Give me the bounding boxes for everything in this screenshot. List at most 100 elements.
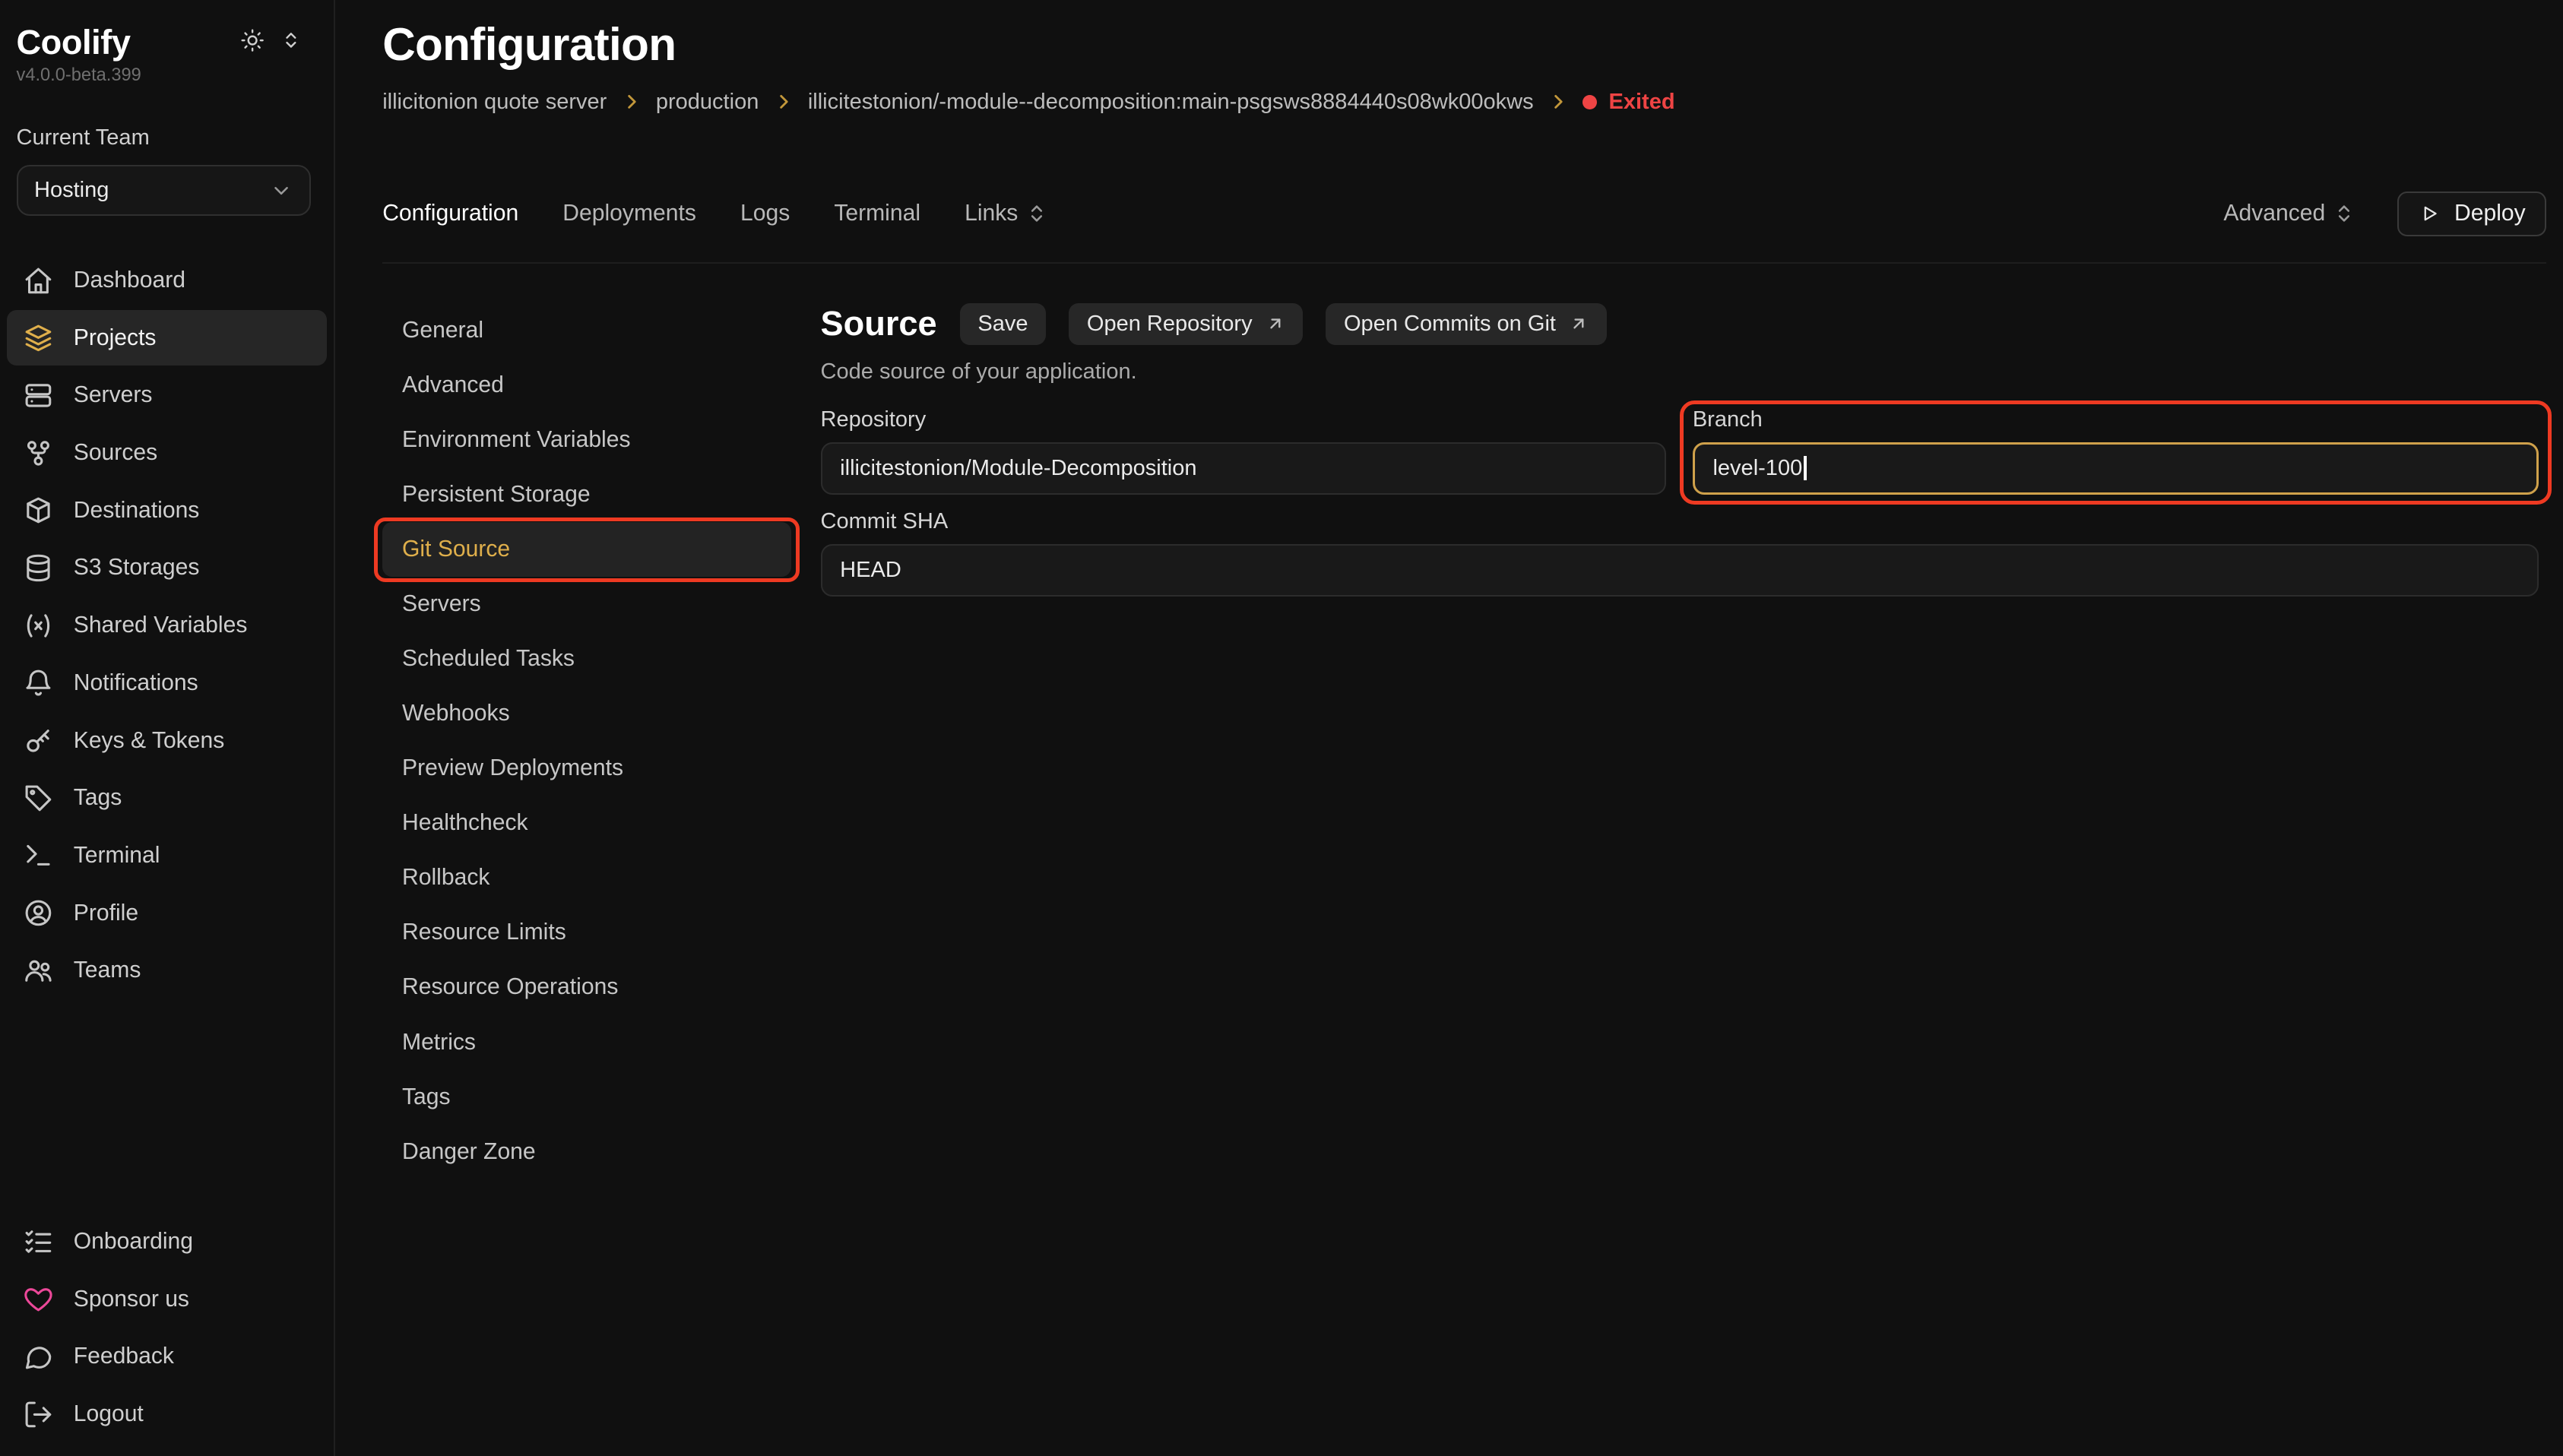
users-icon [23, 955, 54, 986]
sidebar: Coolify v4.0.0-beta.399 Current Team Hos… [0, 0, 335, 1456]
sidebar-item-sponsor[interactable]: Sponsor us [7, 1271, 328, 1327]
chevron-right-icon [622, 92, 642, 112]
tab-logs[interactable]: Logs [740, 201, 790, 226]
layers-icon [23, 322, 54, 353]
sun-icon[interactable] [240, 28, 265, 52]
sidebar-item-dashboard[interactable]: Dashboard [7, 253, 328, 309]
sidebar-item-terminal[interactable]: Terminal [7, 828, 328, 883]
bell-icon [23, 667, 54, 698]
deploy-button[interactable]: Deploy [2397, 191, 2547, 237]
sidebar-item-shared-variables[interactable]: Shared Variables [7, 598, 328, 654]
branch-field: Branch level-100 [1693, 407, 2539, 495]
status-dot-icon [1582, 95, 1597, 109]
advanced-menu[interactable]: Advanced [2223, 201, 2355, 226]
heart-icon [23, 1283, 54, 1315]
main-content: Configuration illicitonion quote server … [335, 0, 2563, 1456]
sidebar-item-keys-tokens[interactable]: Keys & Tokens [7, 713, 328, 768]
checklist-icon [23, 1227, 54, 1258]
status-badge: Exited [1582, 90, 1674, 115]
subnav-item-servers[interactable]: Servers [382, 577, 791, 631]
sidebar-item-teams[interactable]: Teams [7, 943, 328, 999]
section-description: Code source of your application. [821, 359, 2539, 385]
tab-terminal[interactable]: Terminal [834, 201, 920, 226]
tab-links[interactable]: Links [965, 201, 1047, 226]
branch-label: Branch [1693, 407, 2539, 432]
team-select-value: Hosting [34, 178, 109, 203]
section-title-source: Source [821, 304, 937, 343]
settings-subnav: General Advanced Environment Variables P… [382, 303, 791, 1179]
app-root: Coolify v4.0.0-beta.399 Current Team Hos… [0, 0, 2563, 1456]
breadcrumb-application[interactable]: illicitestonion/-module--decomposition:m… [808, 90, 1534, 115]
git-fork-icon [23, 438, 54, 469]
sidebar-item-tags[interactable]: Tags [7, 771, 328, 826]
subnav-item-webhooks[interactable]: Webhooks [382, 686, 791, 741]
sidebar-item-s3-storages[interactable]: S3 Storages [7, 540, 328, 596]
save-button[interactable]: Save [960, 303, 1046, 345]
tab-configuration[interactable]: Configuration [382, 201, 518, 226]
variables-icon [23, 610, 54, 641]
subnav-item-resource-limits[interactable]: Resource Limits [382, 905, 791, 960]
chevron-right-icon [1548, 92, 1568, 112]
sidebar-item-servers[interactable]: Servers [7, 368, 328, 423]
repository-input[interactable] [821, 442, 1667, 495]
tag-icon [23, 783, 54, 814]
sidebar-item-projects[interactable]: Projects [7, 310, 328, 366]
subnav-item-rollback[interactable]: Rollback [382, 850, 791, 905]
repository-field: Repository [821, 407, 1667, 495]
subnav-item-persistent-storage[interactable]: Persistent Storage [382, 467, 791, 522]
sidebar-item-notifications[interactable]: Notifications [7, 655, 328, 711]
key-icon [23, 725, 54, 756]
open-commits-button[interactable]: Open Commits on Git [1326, 303, 1606, 345]
repository-label: Repository [821, 407, 1667, 432]
sidebar-item-sources[interactable]: Sources [7, 426, 328, 481]
subnav-item-general[interactable]: General [382, 303, 791, 358]
chat-icon [23, 1341, 54, 1372]
status-label: Exited [1609, 90, 1675, 115]
page-title: Configuration [382, 20, 2546, 69]
commit-sha-label: Commit SHA [821, 509, 2539, 534]
subnav-item-healthcheck[interactable]: Healthcheck [382, 796, 791, 850]
subnav-item-git-source[interactable]: Git Source [382, 522, 791, 577]
terminal-icon [23, 840, 54, 871]
sidebar-item-destinations[interactable]: Destinations [7, 483, 328, 538]
tab-deployments[interactable]: Deployments [562, 201, 696, 226]
chevrons-up-down-icon [1026, 203, 1047, 224]
current-team-label: Current Team [0, 125, 334, 150]
branch-input[interactable]: level-100 [1693, 442, 2539, 495]
team-select[interactable]: Hosting [17, 165, 311, 216]
sidebar-item-profile[interactable]: Profile [7, 885, 328, 941]
app-version: v4.0.0-beta.399 [0, 65, 334, 86]
commit-sha-input[interactable] [821, 544, 2539, 597]
text-cursor [1804, 456, 1806, 480]
subnav-item-tags[interactable]: Tags [382, 1070, 791, 1125]
logout-icon [23, 1399, 54, 1430]
user-circle-icon [23, 897, 54, 929]
commit-sha-field: Commit SHA [821, 509, 2539, 597]
subnav-item-metrics[interactable]: Metrics [382, 1015, 791, 1070]
git-source-panel: Source Save Open Repository Open Commits… [821, 303, 2547, 1179]
chevrons-up-down-icon [2333, 203, 2355, 224]
breadcrumb-project[interactable]: illicitonion quote server [382, 90, 607, 115]
subnav-item-preview-deployments[interactable]: Preview Deployments [382, 741, 791, 796]
home-icon [23, 265, 54, 296]
open-repository-button[interactable]: Open Repository [1069, 303, 1303, 345]
chevron-right-icon [774, 92, 794, 112]
subnav-item-danger-zone[interactable]: Danger Zone [382, 1125, 791, 1179]
arrow-up-right-icon [1569, 314, 1589, 334]
chevron-down-icon [270, 179, 293, 202]
sidebar-item-onboarding[interactable]: Onboarding [7, 1214, 328, 1269]
breadcrumb: illicitonion quote server production ill… [382, 88, 2546, 116]
tab-bar: Configuration Deployments Logs Terminal … [382, 191, 2546, 264]
subnav-item-scheduled-tasks[interactable]: Scheduled Tasks [382, 631, 791, 686]
subnav-item-advanced[interactable]: Advanced [382, 358, 791, 413]
sidebar-item-logout[interactable]: Logout [7, 1387, 328, 1442]
sidebar-item-feedback[interactable]: Feedback [7, 1329, 328, 1385]
chevrons-up-down-icon[interactable] [281, 30, 301, 50]
brand-logo: Coolify [17, 23, 131, 62]
container-icon [23, 495, 54, 526]
subnav-item-environment-variables[interactable]: Environment Variables [382, 413, 791, 467]
subnav-item-resource-operations[interactable]: Resource Operations [382, 960, 791, 1014]
arrow-up-right-icon [1266, 314, 1285, 334]
breadcrumb-environment[interactable]: production [656, 90, 759, 115]
database-icon [23, 552, 54, 584]
